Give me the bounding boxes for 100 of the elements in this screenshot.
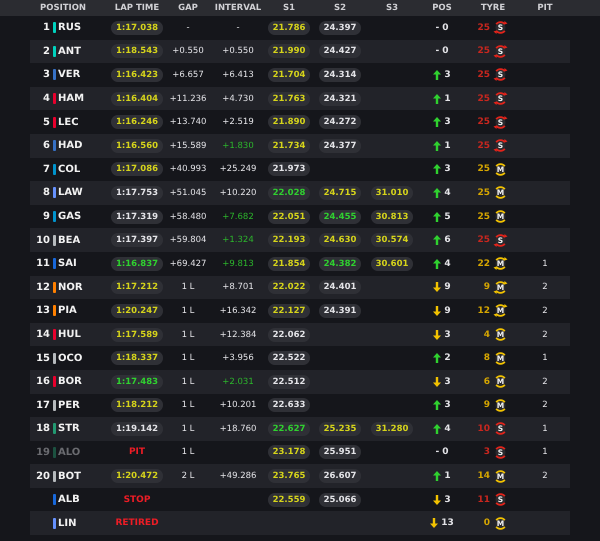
column-header: S2 (332, 3, 348, 13)
sector-time: 22.633 (268, 398, 310, 412)
position-change: 5 (444, 212, 451, 222)
lap-status: PIT (128, 447, 146, 458)
sector-time: 23.178 (268, 445, 310, 460)
sector-time: 24.272 (318, 115, 362, 130)
position-number: 5 (42, 116, 50, 128)
driver-code: STR (58, 423, 81, 434)
tyre-laps: 6 (484, 376, 490, 387)
sector-time: 24.377 (318, 138, 362, 153)
lap-time: 1:18.212 (110, 398, 164, 412)
lap-time: 1:16.404 (110, 92, 164, 106)
position-change: 13 (441, 518, 454, 528)
interval-value: +10.220 (220, 188, 256, 198)
sector-time: 22.512 (268, 374, 310, 389)
position-change: 9 (444, 306, 451, 316)
tyre-laps: 25 (477, 164, 490, 174)
sector-time: 22.028 (268, 186, 310, 200)
interval-value: +4.730 (222, 94, 254, 104)
gap-value: +59.804 (170, 235, 206, 246)
sector-time: 24.630 (318, 233, 362, 248)
sector-time: 21.854 (268, 256, 310, 271)
position-number: 9 (42, 211, 50, 222)
sector-time: 25.951 (318, 445, 362, 460)
sector-time: 30.601 (370, 256, 414, 271)
sector-time: 21.704 (268, 68, 310, 82)
sector-time: 25.066 (318, 492, 362, 507)
driver-code: NOR (58, 282, 84, 293)
gap-value: 1 L (182, 400, 194, 410)
sector-time: 22.193 (268, 233, 310, 248)
driver-code: COL (58, 164, 82, 175)
gap-value: - (186, 22, 190, 33)
column-header: S1 (282, 3, 296, 13)
position-number: 8 (42, 187, 50, 198)
interval-value: +18.760 (220, 424, 256, 434)
lap-time: 1:17.038 (110, 20, 164, 35)
sector-time: 21.786 (268, 20, 310, 35)
sector-time: 21.763 (268, 92, 310, 106)
pit-count: 1 (542, 258, 548, 269)
position-number: 3 (42, 69, 50, 80)
interval-value: +25.249 (220, 164, 256, 174)
driver-code: SAI (58, 258, 78, 270)
interval-value: +8.701 (222, 282, 254, 292)
lap-time: 1:18.337 (110, 351, 164, 366)
sector-time: 24.382 (318, 256, 362, 271)
interval-value: +1.830 (222, 140, 254, 151)
pit-count: 2 (542, 330, 548, 340)
position-number: 4 (42, 93, 50, 104)
position-change: 3 (444, 164, 451, 174)
pit-count: 1 (542, 353, 548, 364)
driver-code: PER (58, 400, 81, 411)
driver-code: HUL (58, 329, 82, 340)
pit-count: 2 (542, 400, 548, 410)
pit-count: 1 (542, 424, 548, 434)
sector-time: 24.455 (318, 210, 362, 224)
gap-value: 1 L (182, 447, 194, 458)
lap-time: 1:17.483 (110, 374, 164, 389)
position-number: 7 (42, 164, 50, 175)
driver-code: LAW (58, 187, 84, 198)
lap-time: 1:17.589 (110, 328, 164, 342)
sector-time: 22.062 (268, 328, 310, 342)
column-header: PIT (536, 3, 554, 13)
sector-time: 24.391 (318, 304, 362, 318)
position-change: 3 (444, 330, 451, 340)
gap-value: +15.589 (170, 140, 206, 151)
tyre-laps: 10 (477, 424, 490, 434)
pit-count: 2 (542, 306, 548, 316)
sector-time: 24.715 (318, 186, 362, 200)
column-header: INTERVAL (214, 3, 262, 13)
tyre-laps: 14 (477, 471, 490, 482)
lap-time: 1:20.472 (110, 469, 164, 484)
gap-value: 1 L (182, 330, 194, 340)
position-change: 1 (444, 94, 451, 104)
lap-status: STOP (124, 494, 150, 505)
driver-code: BOR (58, 376, 83, 388)
position-number: 13 (35, 305, 50, 316)
position-change: 0 (442, 46, 448, 56)
position-change: 9 (444, 282, 451, 292)
tyre-laps: 9 (484, 282, 490, 292)
position-change: 1 (444, 140, 451, 151)
tyre-laps: 25 (477, 188, 490, 198)
no-change-mark: - (435, 46, 440, 56)
tyre-laps: 12 (477, 306, 490, 316)
sector-time: 22.051 (268, 210, 310, 224)
column-header: LAP TIME (114, 3, 160, 13)
tyre-laps: 25 (477, 117, 490, 128)
position-number: 15 (35, 352, 50, 364)
interval-value: +0.550 (222, 46, 254, 56)
driver-code: GAS (58, 211, 82, 222)
lap-time: 1:17.319 (110, 210, 164, 224)
pit-count: 2 (542, 471, 548, 482)
tyre-laps: 25 (477, 94, 490, 104)
position-number: 14 (35, 329, 50, 340)
gap-value: 1 L (182, 306, 194, 316)
gap-value: +0.550 (172, 46, 204, 56)
driver-code: ANT (58, 46, 82, 57)
sector-time: 23.765 (268, 469, 310, 484)
position-number: 2 (42, 46, 50, 57)
sector-time: 31.280 (370, 422, 414, 436)
position-change: 4 (444, 424, 451, 434)
